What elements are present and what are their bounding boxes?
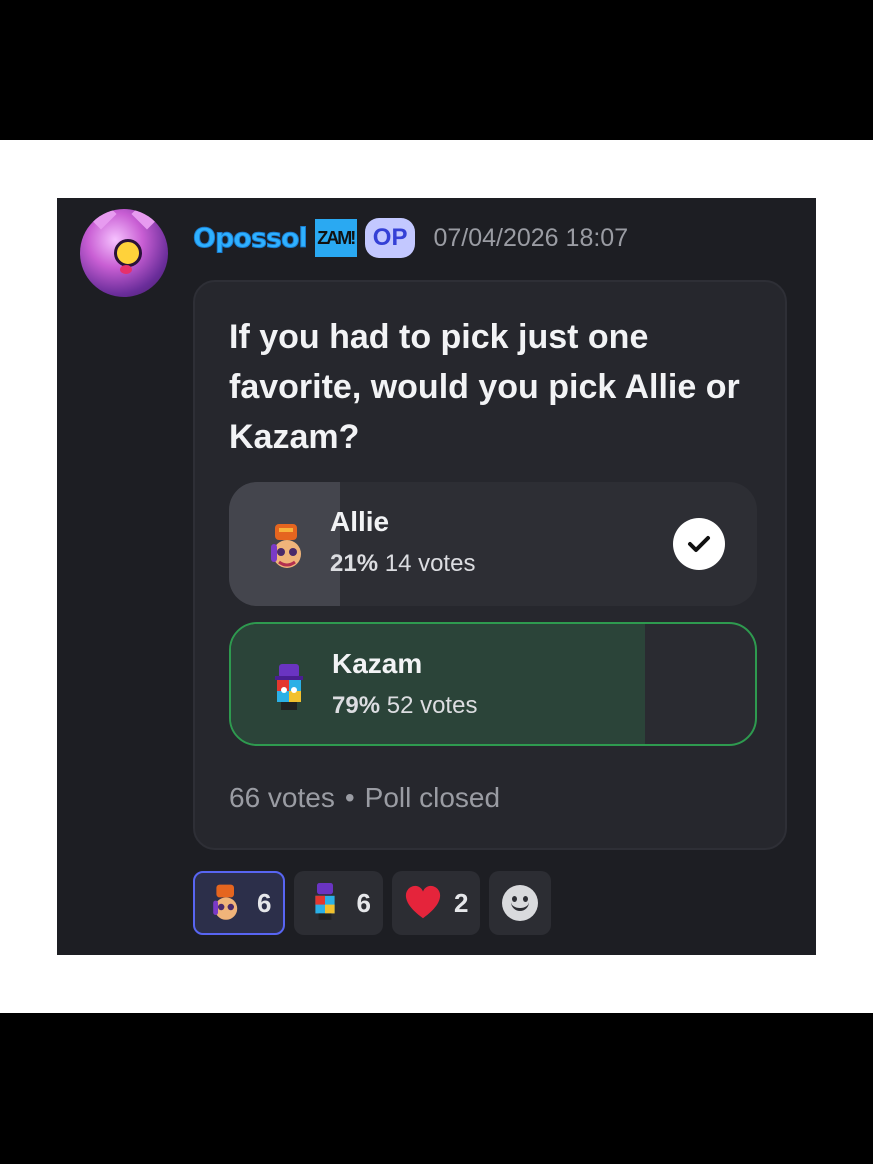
message-header: Opossol ZAM! OP 07/04/2026 18:07 <box>193 218 628 258</box>
poll-option-stats: 21% 14 votes <box>330 550 475 578</box>
reaction-heart[interactable]: 2 <box>391 871 481 935</box>
reaction-bar: 6 6 2 <box>193 871 552 935</box>
poll-option-label: Kazam <box>332 648 423 679</box>
kazam-emoji-icon <box>315 883 336 920</box>
poll-option-kazam[interactable]: Kazam 79% 52 votes <box>229 622 757 746</box>
letterbox-bottom <box>0 1013 873 1164</box>
chat-message: Opossol ZAM! OP 07/04/2026 18:07 If you … <box>57 198 816 955</box>
poll-option-percent: 79% <box>332 692 381 719</box>
reaction-kazam[interactable]: 6 <box>294 871 383 935</box>
allie-emoji-icon <box>213 884 238 920</box>
reaction-count: 6 <box>257 887 272 918</box>
avatar-eye <box>114 239 142 267</box>
smiley-icon <box>502 885 539 921</box>
username[interactable]: Opossol <box>193 222 309 254</box>
poll-option-label: Allie <box>330 506 390 537</box>
poll-question: If you had to pick just one favorite, wo… <box>229 318 740 456</box>
poll-option-votes: 52 votes <box>386 692 478 719</box>
poll-option-stats: 79% 52 votes <box>332 692 477 720</box>
smiley-mouth <box>511 902 530 911</box>
letterbox-top <box>0 0 873 140</box>
reaction-count: 6 <box>356 887 371 918</box>
checkmark-glyph <box>688 536 710 552</box>
poll-status: Poll closed <box>364 782 501 813</box>
checkmark-icon <box>673 518 725 570</box>
poll-card: If you had to pick just one favorite, wo… <box>193 280 787 850</box>
server-tag[interactable]: ZAM! <box>314 219 357 257</box>
separator-dot: • <box>344 782 355 813</box>
poll-option-allie[interactable]: Allie 21% 14 votes <box>229 482 757 606</box>
poll-total-votes[interactable]: 66 votes <box>229 782 335 813</box>
avatar-ear-right <box>131 209 163 230</box>
timestamp: 07/04/2026 18:07 <box>433 223 629 252</box>
avatar[interactable] <box>80 209 168 297</box>
reaction-count: 2 <box>453 887 469 918</box>
poll-option-votes: 14 votes <box>384 550 476 577</box>
avatar-nose <box>120 265 132 274</box>
allie-emoji-icon <box>271 524 301 568</box>
reaction-allie[interactable]: 6 <box>193 871 286 935</box>
add-reaction-button[interactable] <box>489 871 552 935</box>
kazam-emoji-icon <box>275 664 303 710</box>
poll-option-percent: 21% <box>330 550 379 577</box>
heart-icon <box>405 885 441 919</box>
poll-footer: 66 votes • Poll closed <box>229 782 500 814</box>
op-badge: OP <box>364 218 416 258</box>
avatar-ear-left <box>85 209 117 230</box>
